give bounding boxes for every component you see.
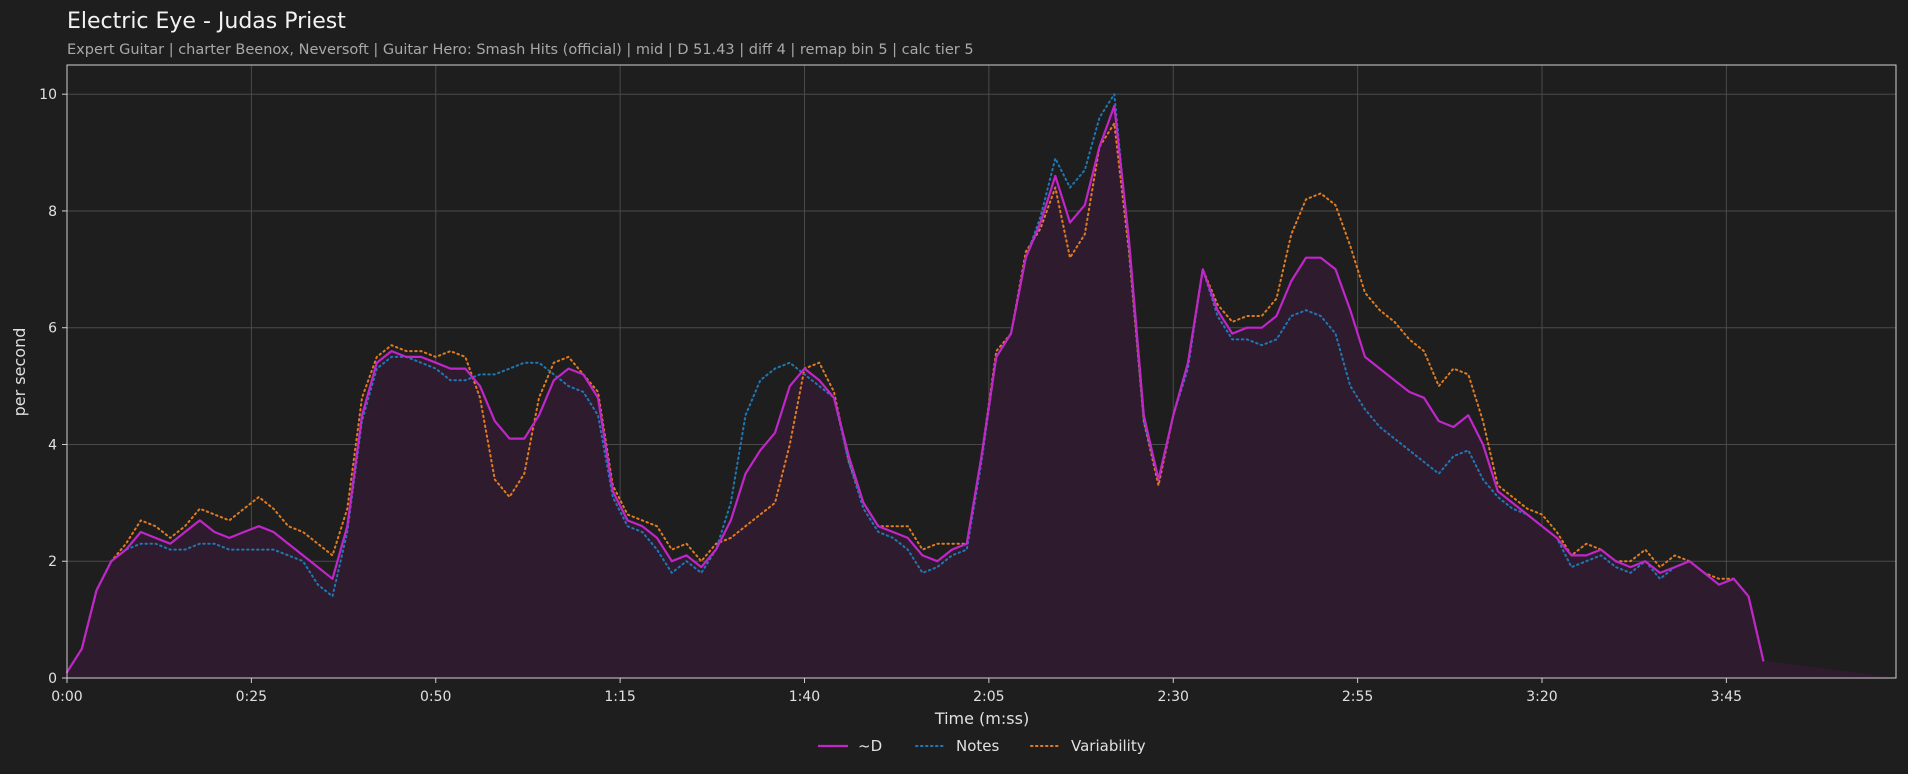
x-tick-label: 0:00 [51, 689, 82, 705]
y-tick-label: 0 [48, 671, 57, 687]
d-series-area [67, 105, 1896, 678]
chart-canvas: Electric Eye - Judas Priest Expert Guita… [10, 9, 1897, 755]
legend-label: Notes [956, 737, 1000, 755]
x-axis-label: Time (m:ss) [934, 709, 1029, 728]
x-tick-label: 2:05 [973, 689, 1004, 705]
y-tick-label: 2 [48, 554, 57, 570]
x-tick-label: 3:20 [1526, 689, 1557, 705]
x-tick-label: 3:45 [1711, 689, 1742, 705]
legend-item-notes: Notes [915, 737, 1000, 755]
y-tick-label: 8 [48, 204, 57, 220]
y-tick-label: 10 [39, 87, 57, 103]
y-tick-label: 6 [48, 321, 57, 337]
legend-label: Variability [1071, 737, 1146, 755]
legend-item-variability: Variability [1030, 737, 1146, 755]
x-tick-label: 1:15 [604, 689, 635, 705]
chart-title: Electric Eye - Judas Priest [67, 9, 346, 34]
area-fill [67, 105, 1896, 678]
x-tick-label: 0:50 [420, 689, 451, 705]
x-tick-label: 2:55 [1342, 689, 1373, 705]
y-tick-label: 4 [48, 437, 57, 453]
chart-subtitle: Expert Guitar | charter Beenox, Neversof… [67, 42, 974, 58]
x-tick-label: 2:30 [1158, 689, 1189, 705]
legend-item-d: ~D [818, 737, 882, 755]
legend-label: ~D [858, 737, 882, 755]
x-tick-label: 1:40 [789, 689, 820, 705]
y-axis-label: per second [10, 328, 29, 417]
legend: ~D Notes Variability [818, 737, 1146, 755]
x-tick-label: 0:25 [236, 689, 267, 705]
